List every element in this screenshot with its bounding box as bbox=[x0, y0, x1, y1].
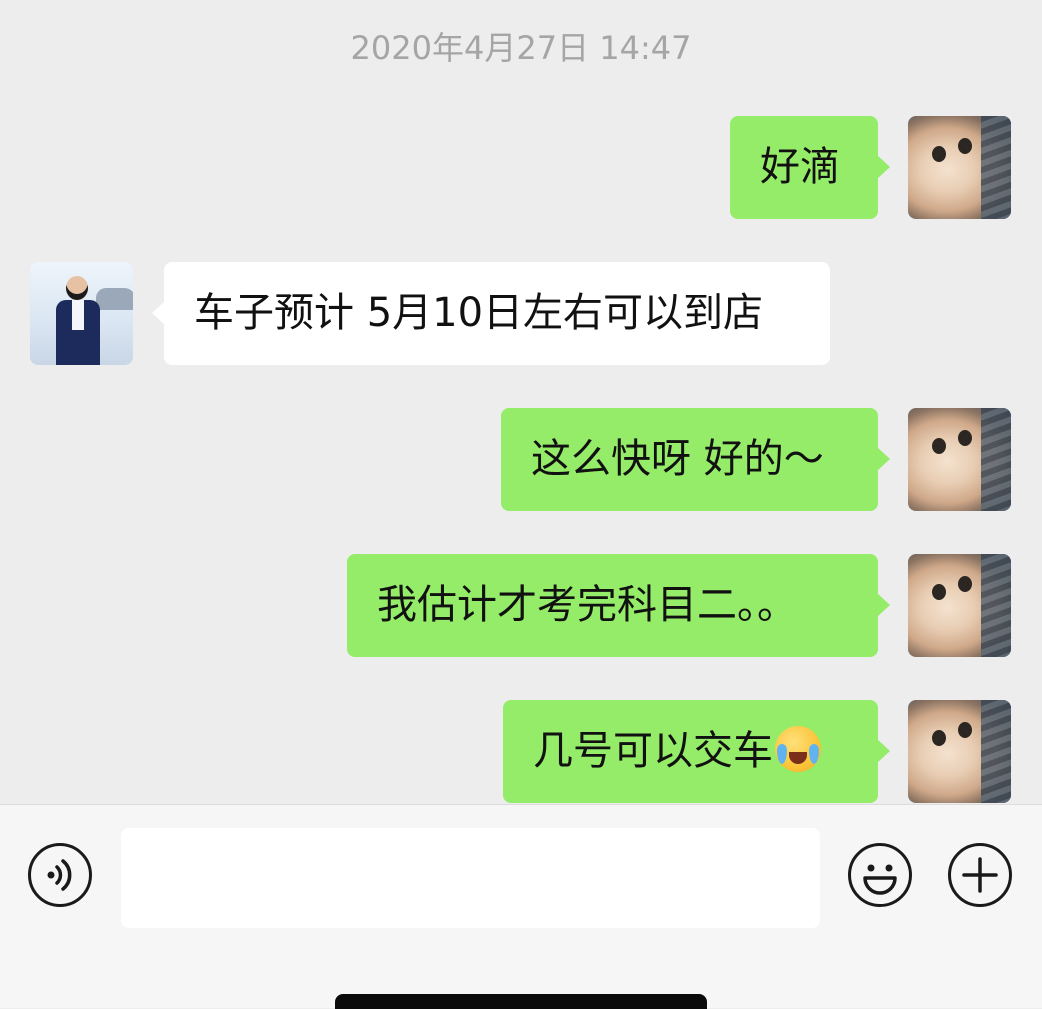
more-options-button[interactable] bbox=[948, 843, 1012, 907]
plus-icon bbox=[962, 857, 998, 893]
message-text: 车子预计 5月10日左右可以到店 bbox=[194, 290, 764, 336]
message-bubble-outgoing[interactable]: 这么快呀 好的～ bbox=[501, 408, 890, 511]
message-bubble-outgoing[interactable]: 我估计才考完科目二。。 bbox=[347, 554, 890, 657]
cat-avatar-icon[interactable] bbox=[908, 116, 1011, 219]
crying-laughing-emoji-icon bbox=[775, 726, 821, 772]
cat-avatar-icon[interactable] bbox=[908, 700, 1011, 803]
home-indicator[interactable] bbox=[335, 994, 707, 1009]
chat-area[interactable]: 2020年4月27日 14:47 好滴 车子预计 5月10日左右可以到店 这么快… bbox=[0, 0, 1042, 804]
message-bubble-incoming[interactable]: 车子预计 5月10日左右可以到店 bbox=[152, 262, 830, 365]
voice-input-button[interactable] bbox=[28, 843, 92, 907]
message-text: 好滴 bbox=[760, 144, 840, 190]
message-bubble-outgoing[interactable]: 几号可以交车 bbox=[503, 700, 890, 803]
cat-avatar-icon[interactable] bbox=[908, 554, 1011, 657]
message-text-input[interactable] bbox=[121, 828, 820, 928]
message-text: 几号可以交车 bbox=[533, 728, 773, 774]
message-bubble-outgoing[interactable]: 好滴 bbox=[730, 116, 890, 219]
message-text: 我估计才考完科目二。。 bbox=[377, 582, 797, 628]
cat-avatar-icon[interactable] bbox=[908, 408, 1011, 511]
salesman-avatar-icon[interactable] bbox=[30, 262, 133, 365]
message-text: 这么快呀 好的～ bbox=[531, 436, 824, 482]
message-input-bar bbox=[0, 804, 1042, 1009]
emoji-button[interactable] bbox=[848, 843, 912, 907]
smiley-icon bbox=[863, 864, 897, 895]
message-timestamp: 2020年4月27日 14:47 bbox=[350, 29, 692, 67]
voice-input-icon bbox=[47, 859, 72, 891]
